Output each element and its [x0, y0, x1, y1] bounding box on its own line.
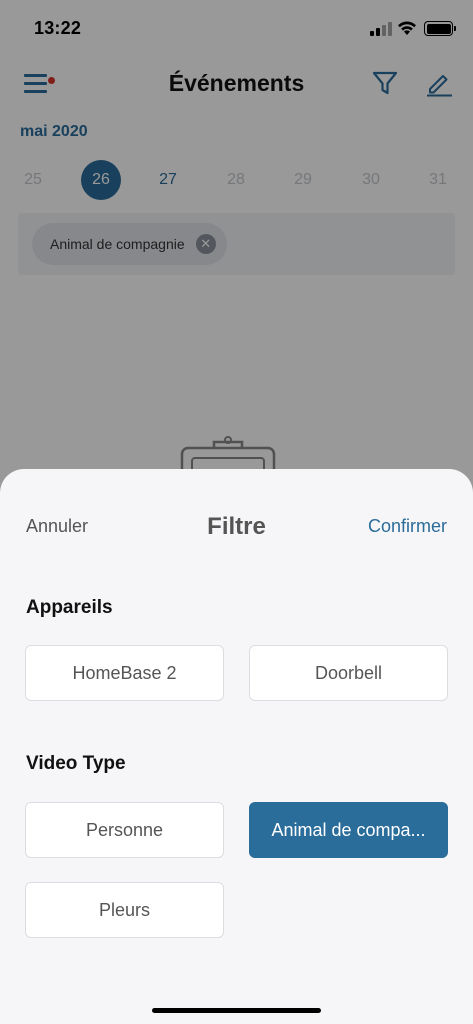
- filter-sheet: Annuler Filtre Confirmer Appareils HomeB…: [0, 469, 473, 1024]
- confirm-button[interactable]: Confirmer: [368, 516, 447, 537]
- video-type-option-personne[interactable]: Personne: [25, 802, 224, 858]
- video-type-option-animal-selected[interactable]: Animal de compa...: [249, 802, 448, 858]
- device-option-doorbell[interactable]: Doorbell: [249, 645, 448, 701]
- video-type-option-pleurs[interactable]: Pleurs: [25, 882, 224, 938]
- home-indicator[interactable]: [152, 1008, 321, 1013]
- video-type-section-title: Video Type: [26, 753, 126, 774]
- devices-section-title: Appareils: [26, 597, 113, 618]
- device-option-homebase[interactable]: HomeBase 2: [25, 645, 224, 701]
